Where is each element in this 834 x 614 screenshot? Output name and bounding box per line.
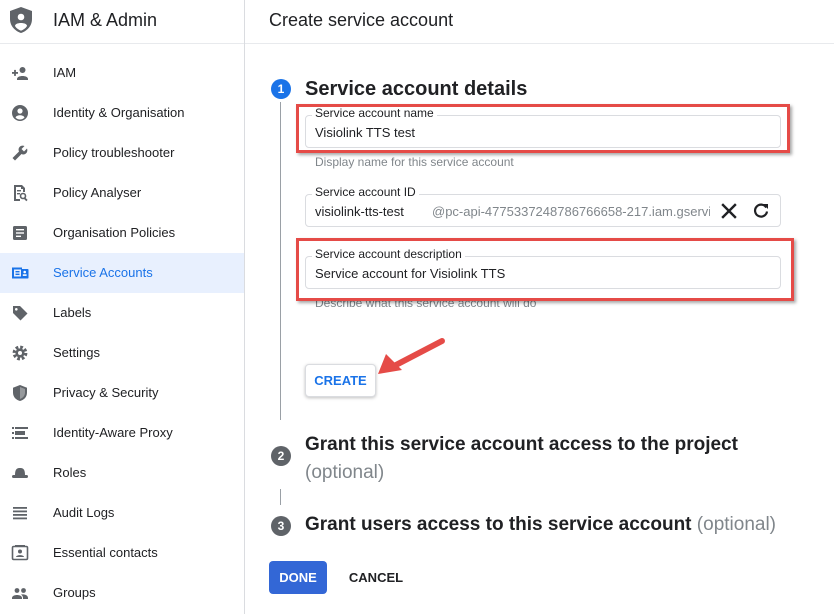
step-1-badge: 1 [271, 79, 291, 99]
step-2-optional: (optional) [305, 462, 385, 483]
sidebar-item-groups[interactable]: Groups [0, 573, 244, 613]
page-title: Create service account [269, 10, 454, 30]
group-icon [12, 588, 28, 599]
service-account-id-label: Service account ID [312, 185, 419, 199]
step-3-title: Grant users access to this service accou… [305, 514, 776, 536]
sidebar-header: IAM & Admin [0, 0, 244, 44]
done-button[interactable]: DONE [269, 561, 327, 594]
step-3-optional: (optional) [696, 514, 777, 535]
sidebar-item-identity-organisation[interactable]: Identity & Organisation [0, 93, 244, 133]
step-1-title: Service account details [305, 78, 528, 100]
stepper-line [280, 489, 281, 505]
step-3-badge: 3 [271, 516, 291, 536]
annotation-arrow-icon [378, 338, 445, 374]
gear-icon [12, 345, 28, 361]
sidebar-item-essential-contacts[interactable]: Essential contacts [0, 533, 244, 573]
sidebar-item-label: Settings [53, 345, 100, 360]
sidebar-item-service-accounts[interactable]: Service Accounts [0, 253, 244, 293]
sidebar-item-label: Policy troubleshooter [53, 145, 175, 160]
service-account-name-helper: Display name for this service account [315, 155, 514, 169]
proxy-icon [12, 427, 28, 439]
sidebar-item-label: Service Accounts [53, 265, 153, 280]
account-circle-icon [12, 105, 28, 121]
person-add-icon [12, 67, 28, 80]
sidebar-item-labels[interactable]: Labels [0, 293, 244, 333]
sidebar-item-roles[interactable]: Roles [0, 453, 244, 493]
service-account-icon [12, 267, 29, 279]
shield-lock-icon [13, 385, 27, 401]
contact-card-icon [11, 545, 29, 561]
sidebar-item-label: Roles [53, 465, 87, 480]
service-account-id-field[interactable]: Service account ID visiolink-tts-test @p… [305, 185, 781, 227]
page-header: Create service account [245, 0, 834, 44]
tag-icon [13, 306, 28, 321]
sidebar-item-label: Policy Analyser [53, 185, 142, 200]
step-2-title-text: Grant this service account access to the… [305, 434, 738, 455]
service-account-email-suffix: @pc-api-4775337248786766658-217.iam.gser… [432, 204, 710, 219]
sidebar-title: IAM & Admin [53, 10, 158, 30]
sidebar-item-identity-aware-proxy[interactable]: Identity-Aware Proxy [0, 413, 244, 453]
cancel-button[interactable]: CANCEL [341, 561, 411, 594]
sidebar-item-label: Groups [53, 585, 96, 600]
shield-icon [10, 7, 32, 33]
step-2-title: Grant this service account access to the… [305, 431, 738, 487]
sidebar-item-organisation-policies[interactable]: Organisation Policies [0, 213, 244, 253]
service-account-id-input[interactable]: visiolink-tts-test [315, 204, 404, 219]
wrench-icon [12, 145, 28, 161]
step-2-badge: 2 [271, 446, 291, 466]
sidebar-item-label: Privacy & Security [53, 385, 159, 400]
lines-icon [13, 507, 27, 520]
sidebar-item-audit-logs[interactable]: Audit Logs [0, 493, 244, 533]
highlight-box [296, 238, 794, 301]
sidebar-item-label: Organisation Policies [53, 225, 176, 240]
document-search-icon [14, 185, 28, 202]
create-button[interactable]: CREATE [305, 364, 376, 397]
sidebar-item-label: IAM [53, 65, 77, 80]
sidebar-item-label: Identity-Aware Proxy [53, 425, 173, 440]
sidebar-item-settings[interactable]: Settings [0, 333, 244, 373]
hat-icon [12, 468, 28, 478]
sidebar-item-label: Essential contacts [53, 545, 158, 560]
refresh-icon[interactable] [752, 202, 770, 220]
sidebar-item-privacy-security[interactable]: Privacy & Security [0, 373, 244, 413]
sidebar-item-policy-analyser[interactable]: Policy Analyser [0, 173, 244, 213]
sidebar-item-label: Identity & Organisation [53, 105, 185, 120]
sidebar-item-label: Labels [53, 305, 92, 320]
sidebar-item-label: Audit Logs [53, 505, 115, 520]
close-icon[interactable] [720, 202, 738, 220]
stepper-line [280, 102, 281, 420]
sidebar-item-policy-troubleshooter[interactable]: Policy troubleshooter [0, 133, 244, 173]
list-document-icon [13, 226, 27, 240]
sidebar: IAM & Admin IAM Identity & Organisation … [0, 0, 245, 614]
highlight-box [296, 104, 790, 153]
sidebar-item-iam[interactable]: IAM [0, 53, 244, 93]
step-3-title-text: Grant users access to this service accou… [305, 514, 692, 535]
